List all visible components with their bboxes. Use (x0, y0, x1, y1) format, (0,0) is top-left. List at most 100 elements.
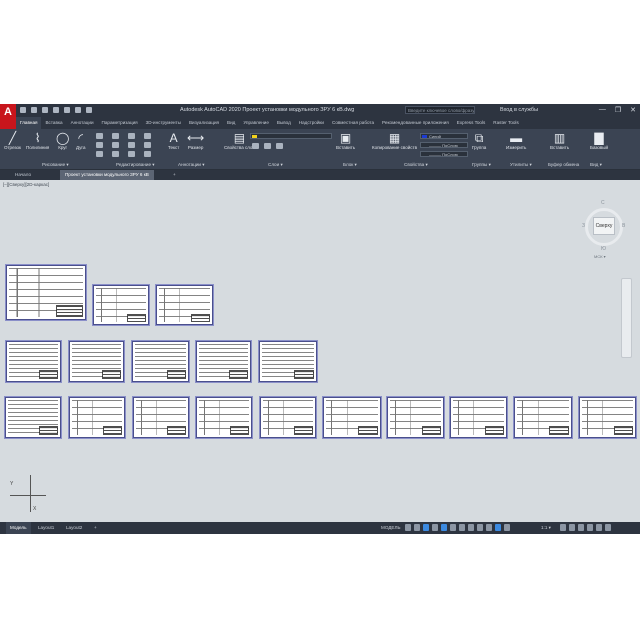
customize-menu-icon[interactable] (605, 524, 611, 531)
model-space-toggle[interactable]: МОДЕЛЬ (381, 522, 401, 534)
drawing-sheet[interactable] (514, 397, 572, 438)
tab-addins[interactable]: Надстройки (295, 117, 328, 129)
base-view-button[interactable]: ▇ Базовый (590, 131, 608, 150)
drawing-sheet[interactable] (259, 341, 317, 382)
doc-tab-drawing[interactable]: Проект установки модульного ЗРУ 6 кВ (60, 170, 154, 180)
drawing-canvas[interactable]: [–][Сверху][2D-каркас] С Сверху З В Ю МС… (0, 180, 640, 522)
linetype-dropdown[interactable]: ——— ПоСлою (420, 151, 468, 157)
search-input[interactable]: Введите ключевое слово/фразу (405, 106, 475, 114)
close-icon[interactable]: ✕ (630, 106, 636, 114)
drawing-sheet[interactable] (93, 285, 149, 325)
doc-tab-start[interactable]: Начало (10, 170, 36, 180)
measure-button[interactable]: ▬ Измерить (506, 131, 526, 150)
tab-parametric[interactable]: Параметризация (98, 117, 142, 129)
gear-icon[interactable] (560, 524, 566, 531)
layout-tab-model[interactable]: Модель (6, 522, 31, 534)
drawing-sheet[interactable] (450, 397, 507, 438)
drawing-sheet[interactable] (387, 397, 444, 438)
minimize-icon[interactable]: — (599, 106, 606, 114)
scale-icon[interactable] (112, 151, 119, 157)
viewcube-east[interactable]: В (622, 223, 625, 229)
new-icon[interactable] (20, 107, 26, 113)
tab-express-tools[interactable]: Express Tools (453, 117, 490, 129)
grid-icon[interactable] (405, 524, 411, 531)
drawing-sheet[interactable] (156, 285, 213, 325)
panel-label-block[interactable]: Блок ▾ (343, 162, 357, 168)
tab-collaborate[interactable]: Совместная работа (328, 117, 378, 129)
text-button[interactable]: A Текст (168, 131, 179, 150)
paste-button[interactable]: ▥ Вставить (550, 131, 569, 150)
insert-block-button[interactable]: ▣ Вставить (336, 131, 355, 150)
tab-raster-tools[interactable]: Raster Tools (489, 117, 522, 129)
lineweight-icon[interactable] (459, 524, 465, 531)
clean-screen-icon[interactable] (596, 524, 602, 531)
viewcube-west[interactable]: З (582, 223, 585, 229)
layer-off-icon[interactable] (276, 143, 283, 149)
group-button[interactable]: ⧉ Группа (472, 131, 486, 150)
hardware-acceleration-icon[interactable] (587, 524, 593, 531)
layer-freeze-icon[interactable] (252, 143, 259, 149)
stretch-icon[interactable] (96, 151, 103, 157)
viewcube[interactable]: С Сверху З В Ю МСК ▾ (582, 196, 632, 266)
viewcube-face-top[interactable]: Сверху (593, 217, 615, 235)
tab-annotate[interactable]: Аннотации (67, 117, 98, 129)
line-button[interactable]: ╱ Отрезок (4, 131, 21, 150)
array-icon[interactable] (128, 151, 135, 157)
isolate-icon[interactable] (578, 524, 584, 531)
annotation-visibility-icon[interactable] (486, 524, 492, 531)
panel-label-layers[interactable]: Слои ▾ (268, 162, 283, 168)
tab-home[interactable]: Главная (16, 117, 42, 129)
ortho-icon[interactable] (423, 524, 429, 531)
layout-tab-layout1[interactable]: Layout1 (34, 522, 58, 534)
color-dropdown[interactable]: Синий (420, 133, 468, 139)
osnap-icon[interactable] (441, 524, 447, 531)
layer-lock-icon[interactable] (264, 143, 271, 149)
panel-label-properties[interactable]: Свойства ▾ (404, 162, 428, 168)
add-layout-button[interactable]: + (90, 522, 101, 534)
drawing-sheet[interactable] (196, 341, 251, 382)
panel-label-draw[interactable]: Рисование ▾ (42, 162, 69, 168)
move-icon[interactable] (96, 133, 103, 139)
trim-icon[interactable] (128, 133, 135, 139)
panel-label-view[interactable]: Вид ▾ (590, 162, 602, 168)
tab-output[interactable]: Вывод (273, 117, 295, 129)
copy-icon[interactable] (96, 142, 103, 148)
tab-featured-apps[interactable]: Рекомендованные приложения (378, 117, 453, 129)
circle-button[interactable]: ◯ Круг (56, 131, 69, 150)
redo-icon[interactable] (86, 107, 92, 113)
fillet-icon[interactable] (128, 142, 135, 148)
drawing-sheet[interactable] (69, 341, 124, 382)
layout-tab-layout2[interactable]: Layout2 (62, 522, 86, 534)
offset-icon[interactable] (144, 151, 151, 157)
panel-label-groups[interactable]: Группы ▾ (472, 162, 491, 168)
drawing-sheet[interactable] (5, 397, 61, 438)
viewcube-south[interactable]: Ю (601, 246, 606, 252)
drawing-sheet[interactable] (6, 341, 61, 382)
tab-view[interactable]: Вид (223, 117, 239, 129)
save-as-icon[interactable] (53, 107, 59, 113)
lineweight-dropdown[interactable]: ——— ПоСлою (420, 142, 468, 148)
match-properties-button[interactable]: ▦ Копирование свойств (372, 131, 417, 150)
save-icon[interactable] (42, 107, 48, 113)
quick-access-toolbar[interactable] (20, 107, 92, 113)
workspace-icon[interactable] (504, 524, 510, 531)
wcs-menu[interactable]: МСК ▾ (594, 254, 606, 259)
annotation-scale-icon[interactable] (495, 524, 501, 531)
panel-label-utilities[interactable]: Утилиты ▾ (510, 162, 532, 168)
drawing-sheet[interactable] (6, 265, 86, 320)
tab-3d-tools[interactable]: 3D-инструменты (142, 117, 185, 129)
erase-icon[interactable] (144, 133, 151, 139)
otrack-icon[interactable] (450, 524, 456, 531)
drawing-sheet[interactable] (579, 397, 636, 438)
selection-cycling-icon[interactable] (477, 524, 483, 531)
tab-manage[interactable]: Управление (239, 117, 273, 129)
panel-label-modify[interactable]: Редактирование ▾ (116, 162, 155, 168)
explode-icon[interactable] (144, 142, 151, 148)
tab-visualize[interactable]: Визуализация (185, 117, 223, 129)
open-icon[interactable] (31, 107, 37, 113)
mirror-icon[interactable] (112, 142, 119, 148)
rotate-icon[interactable] (112, 133, 119, 139)
signin-button[interactable]: Вход в службы (500, 107, 538, 113)
drawing-sheet[interactable] (132, 341, 189, 382)
new-tab-button[interactable]: + (168, 170, 181, 180)
